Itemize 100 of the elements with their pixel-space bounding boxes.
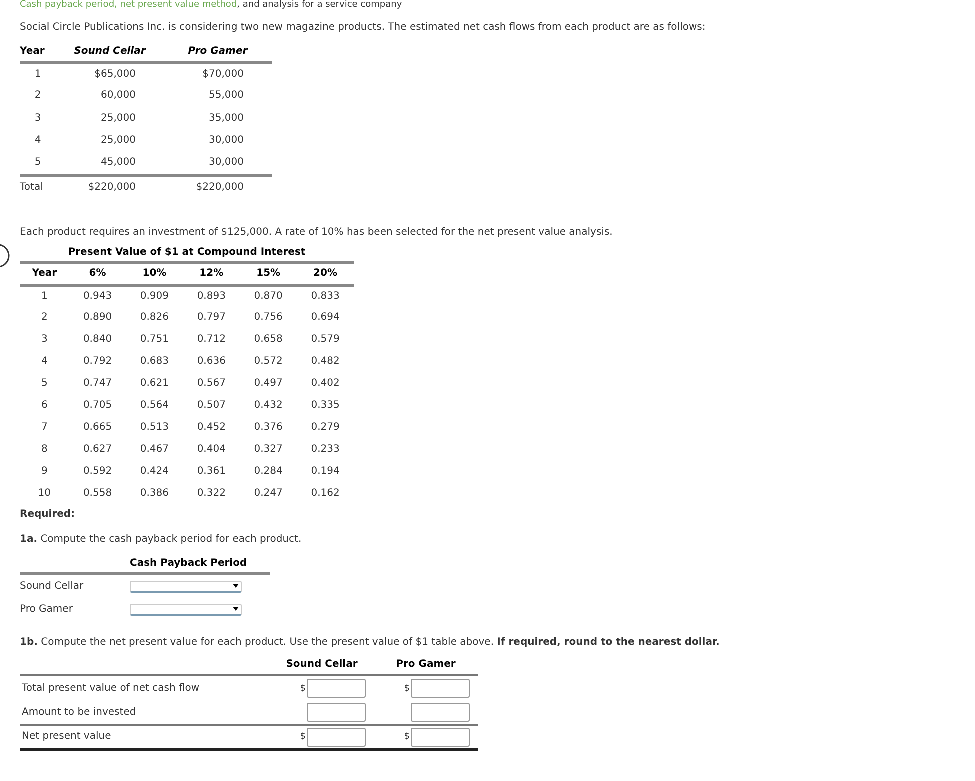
table-cell: 0.792 — [83, 356, 112, 367]
table-cell: 8 — [41, 444, 48, 455]
table-cell: 0.322 — [197, 488, 226, 499]
table-cell: 4 — [41, 356, 48, 367]
question-text: 1a. Compute the cash payback period for each product. — [20, 534, 303, 546]
row-label: Amount to be invested — [21, 706, 138, 718]
table-cell: 0.636 — [197, 356, 226, 367]
table-cell: 5 — [34, 157, 42, 168]
table-cell: 0.194 — [311, 466, 340, 477]
table-cell: 0.513 — [140, 422, 170, 433]
table-cell: 0.404 — [197, 444, 226, 455]
column-header: 6% — [89, 268, 106, 279]
currency-symbol: $ — [404, 682, 410, 694]
row-label: Net present value — [21, 731, 112, 743]
investment-text: Each product requires an investment of $125,000. A rate of 10% has been selected for the net present value analysis. — [20, 227, 614, 239]
column-header: 12% — [200, 268, 224, 279]
table-cell: 0.579 — [311, 334, 340, 345]
table-cell: 0.592 — [83, 466, 112, 477]
table-cell: 0.247 — [254, 488, 283, 499]
column-header: 10% — [142, 268, 167, 279]
table-cell: 3 — [34, 112, 42, 124]
amount-field[interactable] — [307, 679, 366, 698]
table-cell: 6 — [41, 400, 48, 411]
dropdown-field[interactable] — [130, 604, 242, 616]
caret-icon — [233, 607, 239, 611]
table-cell: 0.279 — [311, 422, 340, 433]
table-cell: 1 — [34, 68, 42, 80]
table-cell: 0.665 — [83, 422, 112, 433]
table-cell: 60,000 — [101, 90, 136, 102]
currency-symbol: $ — [300, 731, 306, 743]
amount-field[interactable] — [411, 679, 470, 698]
table-cell: 0.756 — [254, 312, 283, 323]
column-header: Year — [32, 268, 58, 279]
table-cell: 2 — [41, 312, 48, 323]
table-cell: 5 — [41, 378, 48, 389]
table-cell: 0.284 — [254, 466, 283, 477]
table-cell: 0.564 — [140, 400, 170, 411]
column-header: 20% — [314, 268, 338, 279]
table-cell: 0.482 — [311, 356, 340, 367]
total-label: Total — [20, 182, 44, 193]
table-cell: 25,000 — [101, 135, 136, 146]
table-cell: 2 — [34, 90, 42, 102]
table-cell: 0.327 — [254, 444, 283, 455]
table-cell: 0.558 — [83, 488, 112, 499]
column-header: Pro Gamer — [396, 659, 456, 670]
table-cell: 0.705 — [83, 400, 112, 411]
amount-field[interactable] — [411, 728, 470, 746]
amount-field[interactable] — [411, 703, 470, 722]
table-cell: 0.497 — [254, 378, 283, 389]
topic-link[interactable]: Cash payback period, net present value method — [20, 0, 238, 10]
table-cell: 0.943 — [83, 290, 112, 302]
row-label: Total present value of net cash flow — [21, 682, 201, 694]
amount-field[interactable] — [307, 703, 366, 722]
table-cell: $220,000 — [88, 182, 136, 193]
caret-icon — [233, 584, 239, 588]
table-cell: 0.376 — [254, 422, 283, 433]
table-cell: 0.627 — [83, 444, 112, 455]
table-cell: 0.424 — [140, 466, 170, 477]
table-cell: 35,000 — [209, 112, 244, 124]
table-cell: 3 — [41, 334, 48, 345]
table-cell: 45,000 — [101, 157, 136, 168]
column-header: Pro Gamer — [188, 46, 248, 57]
dropdown-field[interactable] — [130, 580, 242, 592]
table-cell: 0.621 — [140, 378, 170, 389]
table-cell: 30,000 — [209, 157, 244, 168]
table-cell: 0.452 — [197, 422, 226, 433]
column-header: Year — [20, 46, 45, 57]
table-cell: 1 — [41, 290, 48, 302]
amount-field[interactable] — [307, 728, 366, 746]
page-title: Cash payback period, net present value method, and analysis for a service company — [20, 0, 404, 10]
table-cell: 0.909 — [140, 290, 170, 302]
table-cell: 0.335 — [311, 400, 340, 411]
intro-text: Social Circle Publications Inc. is considering two new magazine products. The estimated net cash flows from each product are as follows: — [20, 22, 707, 34]
table-cell: 0.840 — [83, 334, 112, 345]
table-cell: 0.567 — [197, 378, 226, 389]
currency-symbol: $ — [404, 731, 410, 743]
table-cell: 25,000 — [101, 112, 136, 124]
table-cell: 0.361 — [197, 466, 226, 477]
table-cell: $65,000 — [94, 68, 136, 80]
table-cell: 0.507 — [197, 400, 226, 411]
column-header: Sound Cellar — [74, 46, 146, 57]
table-cell: 0.467 — [140, 444, 170, 455]
table-cell: 0.162 — [311, 488, 340, 499]
required-label: Required: — [20, 509, 76, 521]
table-cell: 0.797 — [197, 312, 226, 323]
table-cell: 7 — [41, 422, 48, 433]
table-cell: 0.572 — [254, 356, 283, 367]
table-cell: 10 — [38, 488, 52, 499]
question-text: 1b. Compute the net present value for each product. Use the present value of $1 table above. If required, round to the nearest dollar. — [20, 637, 721, 649]
row-label: Pro Gamer — [20, 604, 74, 616]
table-cell: 0.833 — [311, 290, 340, 302]
table-cell: 0.683 — [140, 356, 170, 367]
table-cell: 0.890 — [83, 312, 112, 323]
table-cell: 4 — [34, 135, 42, 146]
table-cell: 0.751 — [140, 334, 170, 345]
table-cell: 0.233 — [311, 444, 340, 455]
table-cell: 0.870 — [254, 290, 283, 302]
currency-symbol: $ — [300, 682, 306, 694]
table-cell: 0.893 — [197, 290, 226, 302]
table-cell: 9 — [41, 466, 48, 477]
